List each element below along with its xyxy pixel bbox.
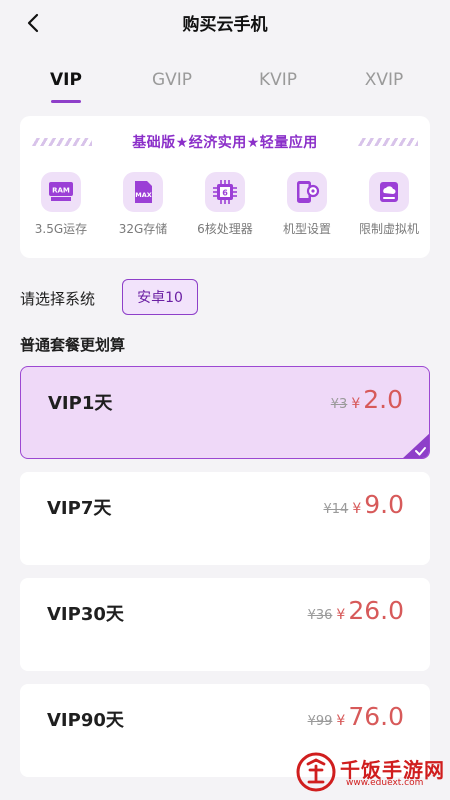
feature-label: 32G存储	[118, 222, 168, 236]
currency-symbol: ¥	[351, 396, 361, 412]
system-label: 请选择系统	[20, 290, 96, 308]
original-price: ¥99	[307, 714, 333, 729]
tab-label: VIP	[50, 70, 82, 90]
active-tab-indicator	[51, 100, 81, 103]
tab-label: GVIP	[151, 70, 193, 90]
feature-card: 基础版★经济实用★轻量应用 RAM 3.5G运存 MAX 32G存储 6 6核处…	[20, 116, 430, 258]
plan-name: VIP90天	[47, 710, 124, 731]
system-option-android10[interactable]: 安卓10	[122, 279, 198, 315]
feature-item: 6 6核处理器	[184, 172, 266, 237]
feature-label: 限制虚拟机	[358, 222, 419, 236]
tab-kvip[interactable]: KVIP	[238, 70, 318, 90]
plan-card-vip30[interactable]: VIP30天 ¥36 ¥ 26.0	[20, 578, 430, 671]
feature-item: RAM 3.5G运存	[20, 172, 102, 237]
currency-symbol: ¥	[336, 713, 346, 729]
current-price: 76.0	[348, 702, 404, 731]
currency-symbol: ¥	[352, 501, 362, 517]
banner-decoration	[32, 138, 92, 146]
plan-card-vip7[interactable]: VIP7天 ¥14 ¥ 9.0	[20, 472, 430, 565]
tab-gvip[interactable]: GVIP	[132, 70, 212, 90]
feature-banner: 基础版★经济实用★轻量应用	[20, 128, 430, 156]
currency-symbol: ¥	[336, 607, 346, 623]
selected-check-icon	[403, 433, 429, 458]
plan-name: VIP1天	[48, 393, 113, 414]
phone-settings-icon	[287, 172, 327, 212]
original-price: ¥36	[307, 608, 333, 623]
plan-price: ¥99 ¥ 76.0	[308, 702, 404, 731]
plan-card-vip1[interactable]: VIP1天 ¥3 ¥ 2.0	[20, 366, 430, 459]
virtual-machine-icon	[369, 172, 409, 212]
watermark-url: www.eduext.com	[346, 778, 424, 788]
tab-label: XVIP	[364, 70, 404, 90]
feature-label: 3.5G运存	[34, 222, 88, 236]
original-price: ¥14	[323, 502, 349, 517]
tab-label: KVIP	[258, 70, 298, 90]
svg-text:MAX: MAX	[135, 191, 152, 199]
plan-price: ¥14 ¥ 9.0	[323, 490, 404, 519]
tier-tabs: VIP GVIP KVIP XVIP	[0, 62, 450, 106]
feature-item: MAX 32G存储	[102, 172, 184, 237]
feature-list: RAM 3.5G运存 MAX 32G存储 6 6核处理器 机型设置 限制虚拟机	[20, 172, 430, 252]
plans-section-title: 普通套餐更划算	[20, 336, 126, 354]
current-price: 2.0	[363, 385, 403, 414]
tab-vip[interactable]: VIP	[26, 70, 106, 103]
svg-text:6: 6	[222, 189, 228, 198]
svg-text:RAM: RAM	[52, 187, 70, 195]
banner-text: 基础版★经济实用★轻量应用	[132, 135, 318, 151]
current-price: 26.0	[348, 596, 404, 625]
cpu-icon: 6	[205, 172, 245, 212]
feature-label: 机型设置	[282, 222, 331, 236]
banner-decoration	[358, 138, 418, 146]
feature-label: 6核处理器	[197, 222, 253, 236]
feature-item: 机型设置	[266, 172, 348, 237]
plan-name: VIP30天	[47, 604, 124, 625]
plan-price: ¥3 ¥ 2.0	[331, 385, 403, 414]
ram-icon: RAM	[41, 172, 81, 212]
tab-xvip[interactable]: XVIP	[344, 70, 424, 90]
watermark-logo-icon	[296, 752, 336, 792]
plan-name: VIP7天	[47, 498, 112, 519]
plan-price: ¥36 ¥ 26.0	[308, 596, 404, 625]
storage-card-icon: MAX	[123, 172, 163, 212]
watermark: 千饭手游网 www.eduext.com	[296, 752, 444, 792]
feature-item: 限制虚拟机	[348, 172, 430, 237]
top-bar: 购买云手机	[0, 0, 450, 48]
original-price: ¥3	[330, 397, 348, 412]
page-title: 购买云手机	[182, 15, 268, 35]
current-price: 9.0	[364, 490, 404, 519]
